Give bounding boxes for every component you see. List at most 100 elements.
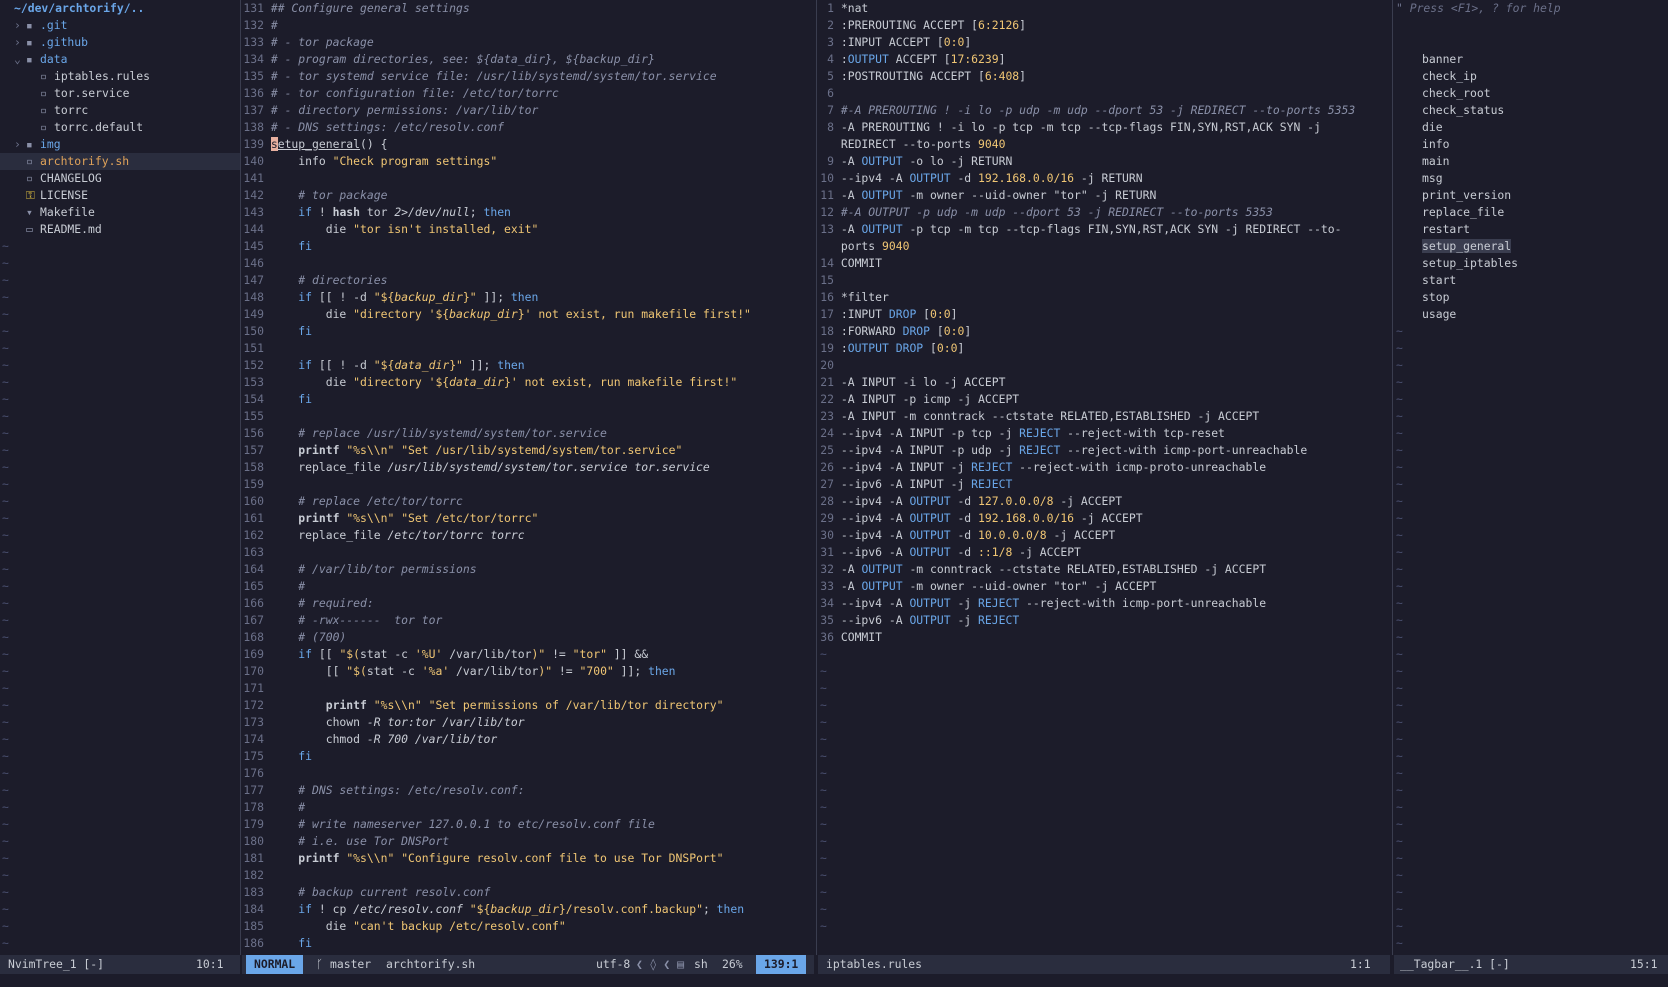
tagbar-item[interactable]: check_ip bbox=[1394, 68, 1668, 85]
code-line[interactable]: 162 replace_file /etc/tor/torrc torrc bbox=[242, 527, 814, 544]
code-line[interactable]: 30 --ipv4 -A OUTPUT -d 10.0.0.0/8 -j ACC… bbox=[818, 527, 1390, 544]
code-line[interactable]: 159 bbox=[242, 476, 814, 493]
code-line[interactable]: 6 bbox=[818, 85, 1390, 102]
code-line[interactable]: 160 # replace /etc/tor/torrc bbox=[242, 493, 814, 510]
code-line[interactable]: 174 chmod -R 700 /var/lib/tor bbox=[242, 731, 814, 748]
tagbar-item[interactable]: check_root bbox=[1394, 85, 1668, 102]
tree-item[interactable]: › ▪ .git bbox=[0, 17, 240, 34]
code-line[interactable]: 19 :OUTPUT DROP [0:0] bbox=[818, 340, 1390, 357]
code-line[interactable]: 133 # - tor package bbox=[242, 34, 814, 51]
code-line[interactable]: 145 fi bbox=[242, 238, 814, 255]
tagbar-item[interactable]: usage bbox=[1394, 306, 1668, 323]
code-line[interactable]: 134 # - program directories, see: ${data… bbox=[242, 51, 814, 68]
code-line[interactable]: 144 die "tor isn't installed, exit" bbox=[242, 221, 814, 238]
code-line[interactable]: 18 :FORWARD DROP [0:0] bbox=[818, 323, 1390, 340]
code-line[interactable]: 28 --ipv4 -A OUTPUT -d 127.0.0.0/8 -j AC… bbox=[818, 493, 1390, 510]
code-line[interactable]: 2 :PREROUTING ACCEPT [6:2126] bbox=[818, 17, 1390, 34]
code-line[interactable]: 15 bbox=[818, 272, 1390, 289]
tree-item[interactable]: ▫ archtorify.sh bbox=[0, 153, 240, 170]
tree-item[interactable]: ▫ tor.service bbox=[0, 85, 240, 102]
tagbar-item[interactable]: check_status bbox=[1394, 102, 1668, 119]
tagbar-item[interactable]: banner bbox=[1394, 51, 1668, 68]
code-line[interactable]: 152 if [[ ! -d "${data_dir}" ]]; then bbox=[242, 357, 814, 374]
code-line[interactable]: 175 fi bbox=[242, 748, 814, 765]
code-line[interactable]: ports 9040 bbox=[818, 238, 1390, 255]
tagbar-item[interactable]: replace_file bbox=[1394, 204, 1668, 221]
tree-item[interactable]: › ▪ .github bbox=[0, 34, 240, 51]
tagbar-item[interactable]: restart bbox=[1394, 221, 1668, 238]
code-line[interactable]: 179 # write nameserver 127.0.0.1 to etc/… bbox=[242, 816, 814, 833]
code-line[interactable]: 186 fi bbox=[242, 935, 814, 952]
code-line[interactable]: 181 printf "%s\\n" "Configure resolv.con… bbox=[242, 850, 814, 867]
code-line[interactable]: 161 printf "%s\\n" "Set /etc/tor/torrc" bbox=[242, 510, 814, 527]
tagbar-item[interactable]: setup_general bbox=[1394, 238, 1668, 255]
pane-divider[interactable] bbox=[240, 0, 241, 955]
code-line[interactable]: 3 :INPUT ACCEPT [0:0] bbox=[818, 34, 1390, 51]
code-line[interactable]: 141 bbox=[242, 170, 814, 187]
code-line[interactable]: 7 #-A PREROUTING ! -i lo -p udp -m udp -… bbox=[818, 102, 1390, 119]
code-line[interactable]: 20 bbox=[818, 357, 1390, 374]
code-line[interactable]: 153 die "directory '${data_dir}' not exi… bbox=[242, 374, 814, 391]
code-line[interactable]: 184 if ! cp /etc/resolv.conf "${backup_d… bbox=[242, 901, 814, 918]
tree-item[interactable]: ▭ README.md bbox=[0, 221, 240, 238]
code-line[interactable]: 17 :INPUT DROP [0:0] bbox=[818, 306, 1390, 323]
code-line[interactable]: REDIRECT --to-ports 9040 bbox=[818, 136, 1390, 153]
tagbar-item[interactable]: main bbox=[1394, 153, 1668, 170]
code-line[interactable]: 157 printf "%s\\n" "Set /usr/lib/systemd… bbox=[242, 442, 814, 459]
tree-item[interactable]: ⌄ ▪ data bbox=[0, 51, 240, 68]
code-line[interactable]: 1 *nat bbox=[818, 0, 1390, 17]
tree-item[interactable]: ⚿ LICENSE bbox=[0, 187, 240, 204]
code-line[interactable]: 33 -A OUTPUT -m owner --uid-owner "tor" … bbox=[818, 578, 1390, 595]
code-line[interactable]: 185 die "can't backup /etc/resolv.conf" bbox=[242, 918, 814, 935]
code-line[interactable]: 32 -A OUTPUT -m conntrack --ctstate RELA… bbox=[818, 561, 1390, 578]
code-line[interactable]: 180 # i.e. use Tor DNSPort bbox=[242, 833, 814, 850]
code-line[interactable]: 14 COMMIT bbox=[818, 255, 1390, 272]
code-line[interactable]: 182 bbox=[242, 867, 814, 884]
code-line[interactable]: 34 --ipv4 -A OUTPUT -j REJECT --reject-w… bbox=[818, 595, 1390, 612]
code-line[interactable]: 155 bbox=[242, 408, 814, 425]
code-line[interactable]: 10 --ipv4 -A OUTPUT -d 192.168.0.0/16 -j… bbox=[818, 170, 1390, 187]
code-line[interactable]: 169 if [[ "$(stat -c '%U' /var/lib/tor)"… bbox=[242, 646, 814, 663]
code-line[interactable]: 171 bbox=[242, 680, 814, 697]
code-line[interactable]: 163 bbox=[242, 544, 814, 561]
editor-pane[interactable]: 131 ## Configure general settings 132 #13… bbox=[242, 0, 814, 955]
code-line[interactable]: 170 [[ "$(stat -c '%a' /var/lib/tor)" !=… bbox=[242, 663, 814, 680]
code-line[interactable]: 168 # (700) bbox=[242, 629, 814, 646]
code-line[interactable]: 9 -A OUTPUT -o lo -j RETURN bbox=[818, 153, 1390, 170]
code-line[interactable]: 150 fi bbox=[242, 323, 814, 340]
code-line[interactable]: 178 # bbox=[242, 799, 814, 816]
code-line[interactable]: 26 --ipv4 -A INPUT -j REJECT --reject-wi… bbox=[818, 459, 1390, 476]
code-line[interactable]: 137 # - directory permissions: /var/lib/… bbox=[242, 102, 814, 119]
tree-item[interactable]: ▫ torrc.default bbox=[0, 119, 240, 136]
code-line[interactable]: 23 -A INPUT -m conntrack --ctstate RELAT… bbox=[818, 408, 1390, 425]
code-line[interactable]: 148 if [[ ! -d "${backup_dir}" ]]; then bbox=[242, 289, 814, 306]
code-line[interactable]: 5 :POSTROUTING ACCEPT [6:408] bbox=[818, 68, 1390, 85]
tagbar-item[interactable]: start bbox=[1394, 272, 1668, 289]
tree-item[interactable]: › ▪ img bbox=[0, 136, 240, 153]
code-line[interactable]: 151 bbox=[242, 340, 814, 357]
tagbar-pane[interactable]: " Press <F1>, ? for help ▾functions bann… bbox=[1394, 0, 1668, 955]
code-line[interactable]: 11 -A OUTPUT -m owner --uid-owner "tor" … bbox=[818, 187, 1390, 204]
code-line[interactable]: 158 replace_file /usr/lib/systemd/system… bbox=[242, 459, 814, 476]
code-line[interactable]: 176 bbox=[242, 765, 814, 782]
code-line[interactable]: 31 --ipv6 -A OUTPUT -d ::1/8 -j ACCEPT bbox=[818, 544, 1390, 561]
tree-root-path[interactable]: ~/dev/archtorify/.. bbox=[0, 0, 240, 17]
code-line[interactable]: 143 if ! hash tor 2>/dev/null; then bbox=[242, 204, 814, 221]
code-line[interactable]: 135 # - tor systemd service file: /usr/l… bbox=[242, 68, 814, 85]
code-line[interactable]: 27 --ipv6 -A INPUT -j REJECT bbox=[818, 476, 1390, 493]
pane-divider[interactable] bbox=[1392, 0, 1393, 955]
code-line[interactable]: 21 -A INPUT -i lo -j ACCEPT bbox=[818, 374, 1390, 391]
code-line[interactable]: 22 -A INPUT -p icmp -j ACCEPT bbox=[818, 391, 1390, 408]
code-line[interactable]: 165 # bbox=[242, 578, 814, 595]
code-line[interactable]: 166 # required: bbox=[242, 595, 814, 612]
code-line[interactable]: 156 # replace /usr/lib/systemd/system/to… bbox=[242, 425, 814, 442]
code-line[interactable]: 140 info "Check program settings" bbox=[242, 153, 814, 170]
code-line[interactable]: 173 chown -R tor:tor /var/lib/tor bbox=[242, 714, 814, 731]
code-line[interactable]: 131 ## Configure general settings bbox=[242, 0, 814, 17]
code-line[interactable]: 35 --ipv6 -A OUTPUT -j REJECT bbox=[818, 612, 1390, 629]
tree-item[interactable]: ▫ torrc bbox=[0, 102, 240, 119]
code-line[interactable]: 16 *filter bbox=[818, 289, 1390, 306]
tagbar-item[interactable]: info bbox=[1394, 136, 1668, 153]
code-line[interactable]: 25 --ipv4 -A INPUT -p udp -j REJECT --re… bbox=[818, 442, 1390, 459]
code-line[interactable]: 142 # tor package bbox=[242, 187, 814, 204]
